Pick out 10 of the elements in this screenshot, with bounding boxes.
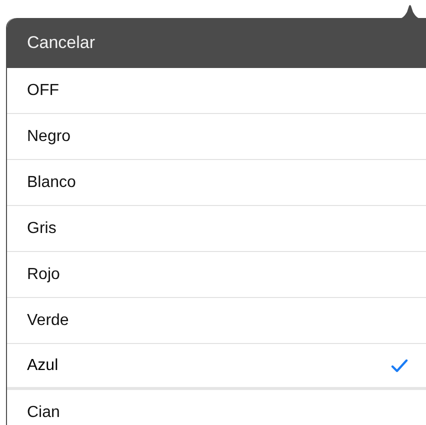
checkmark-icon	[391, 358, 408, 372]
option-item[interactable]: Azul	[7, 344, 426, 390]
option-item[interactable]: OFF	[7, 68, 426, 114]
option-item[interactable]: Verde	[7, 298, 426, 344]
option-item[interactable]: Cian	[7, 390, 426, 425]
option-item[interactable]: Gris	[7, 206, 426, 252]
option-item[interactable]: Rojo	[7, 252, 426, 298]
option-item[interactable]: Blanco	[7, 160, 426, 206]
cancel-button[interactable]: Cancelar	[27, 30, 96, 56]
option-item[interactable]: Negro	[7, 114, 426, 160]
